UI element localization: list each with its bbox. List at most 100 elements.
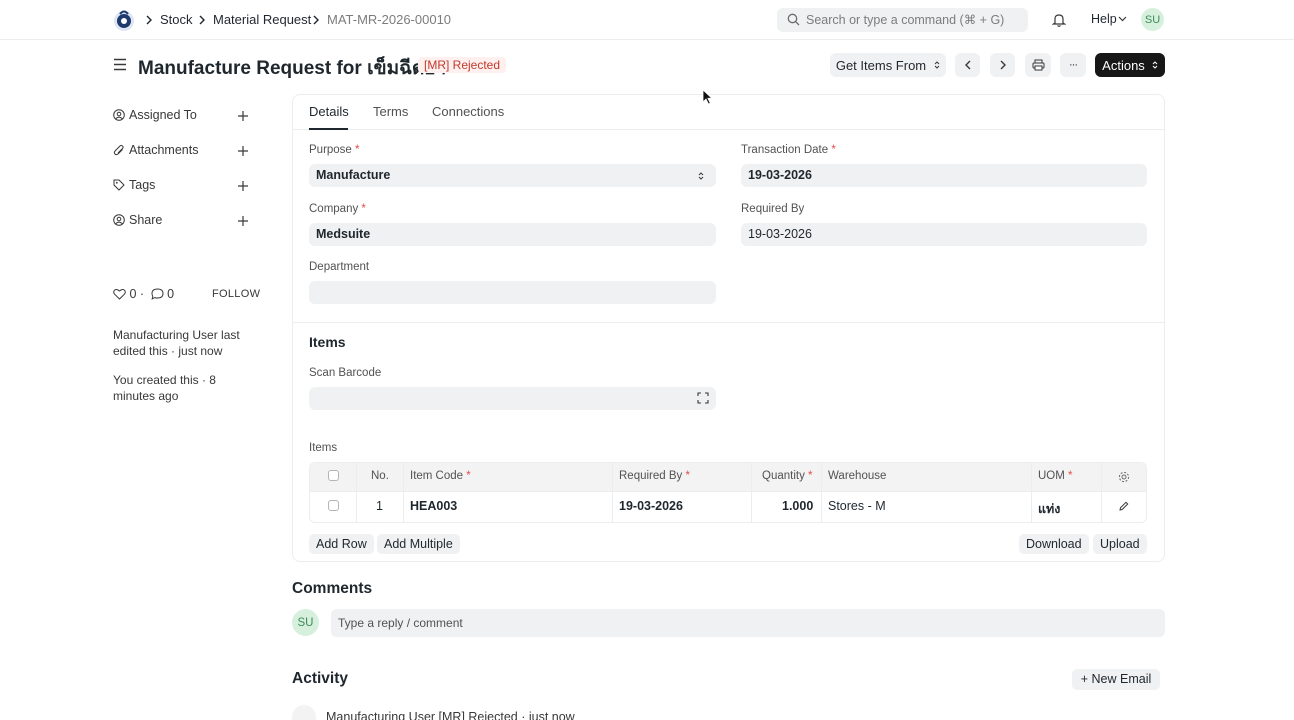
add-attachment-icon[interactable] bbox=[237, 145, 249, 157]
chevron-down-icon bbox=[1118, 16, 1127, 22]
sidebar-attachments-label: Attachments bbox=[129, 143, 199, 157]
transaction-date-field[interactable]: 19-03-2026 bbox=[741, 164, 1147, 187]
required-mark: * bbox=[685, 470, 690, 482]
grid-settings-gear-icon[interactable] bbox=[1118, 471, 1130, 483]
upload-button[interactable]: Upload bbox=[1093, 534, 1147, 554]
mouse-cursor-icon bbox=[702, 89, 713, 105]
notification-bell-icon[interactable] bbox=[1052, 12, 1066, 27]
add-tag-icon[interactable] bbox=[237, 180, 249, 192]
search-bar[interactable] bbox=[777, 8, 1028, 32]
sidebar-attachments[interactable]: Attachments bbox=[113, 142, 253, 160]
header-required-by-text: Required By bbox=[619, 470, 683, 482]
previous-document-button[interactable] bbox=[955, 53, 980, 77]
tab-connections[interactable]: Connections bbox=[432, 104, 504, 119]
tab-terms[interactable]: Terms bbox=[373, 104, 408, 119]
required-mark: * bbox=[355, 144, 360, 156]
breadcrumb-document[interactable]: MAT-MR-2026-00010 bbox=[327, 12, 451, 27]
breadcrumb-chevron-icon bbox=[146, 15, 152, 25]
sidebar-assigned-to[interactable]: Assigned To bbox=[113, 107, 253, 125]
sidebar-toggle-icon[interactable] bbox=[113, 58, 127, 71]
breadcrumb-chevron-icon bbox=[313, 15, 319, 25]
company-label: Company * bbox=[309, 203, 366, 215]
header-item-code: Item Code * bbox=[410, 470, 471, 482]
barcode-scan-icon[interactable] bbox=[697, 392, 709, 404]
row-item-code[interactable]: HEA003 bbox=[410, 499, 457, 513]
add-multiple-button[interactable]: Add Multiple bbox=[377, 534, 460, 554]
navbar: Stock Material Request MAT-MR-2026-00010… bbox=[0, 0, 1294, 40]
company-field[interactable]: Medsuite bbox=[309, 223, 716, 246]
column-divider bbox=[612, 463, 613, 522]
new-email-button[interactable]: + New Email bbox=[1072, 669, 1160, 690]
more-options-button[interactable]: ··· bbox=[1060, 53, 1086, 77]
row-divider bbox=[310, 491, 1146, 492]
select-arrows-icon bbox=[698, 172, 704, 180]
scan-barcode-field[interactable] bbox=[309, 387, 716, 410]
row-required-by[interactable]: 19-03-2026 bbox=[619, 499, 683, 513]
required-by-field[interactable]: 19-03-2026 bbox=[741, 223, 1147, 246]
department-field[interactable] bbox=[309, 281, 716, 304]
header-quantity-text: Quantity bbox=[762, 470, 805, 482]
breadcrumb-stock[interactable]: Stock bbox=[160, 12, 193, 27]
comment-icon[interactable] bbox=[151, 288, 164, 300]
header-required-by: Required By * bbox=[619, 470, 690, 482]
search-input[interactable] bbox=[806, 8, 1021, 32]
select-all-checkbox[interactable] bbox=[328, 470, 339, 481]
row-checkbox[interactable] bbox=[328, 500, 339, 511]
page-title: Manufacture Request for เข็มฉีดยา bbox=[138, 58, 447, 79]
heart-icon[interactable] bbox=[113, 288, 126, 300]
purpose-select[interactable]: Manufacture bbox=[309, 164, 716, 187]
print-button[interactable] bbox=[1025, 53, 1051, 77]
add-row-button[interactable]: Add Row bbox=[309, 534, 374, 554]
comment-input[interactable] bbox=[331, 609, 1165, 637]
transaction-date-value: 19-03-2026 bbox=[748, 168, 812, 182]
add-assignee-icon[interactable] bbox=[237, 110, 249, 122]
activity-entry: Manufacturing User [MR] Rejected · just … bbox=[326, 710, 575, 720]
required-by-value: 19-03-2026 bbox=[748, 227, 812, 241]
column-divider bbox=[1101, 463, 1102, 522]
required-mark: * bbox=[1068, 470, 1073, 482]
get-items-from-button[interactable]: Get Items From bbox=[830, 53, 946, 77]
header-warehouse: Warehouse bbox=[828, 470, 887, 482]
separator-dot: · bbox=[139, 287, 145, 301]
next-document-button[interactable] bbox=[990, 53, 1015, 77]
row-quantity[interactable]: 1.000 bbox=[782, 499, 813, 513]
required-mark: * bbox=[808, 470, 813, 482]
required-mark: * bbox=[361, 203, 366, 215]
more-options-icon: ··· bbox=[1069, 59, 1078, 71]
header-item-code-text: Item Code bbox=[410, 470, 464, 482]
activity-branch-icon bbox=[292, 705, 316, 720]
tab-details[interactable]: Details bbox=[309, 104, 349, 119]
activity-title: Activity bbox=[292, 670, 348, 687]
row-uom[interactable]: แท่ง bbox=[1038, 499, 1060, 519]
company-label-text: Company bbox=[309, 203, 359, 215]
comment-avatar: SU bbox=[292, 609, 319, 636]
sidebar-share-label: Share bbox=[129, 213, 163, 227]
header-uom: UOM * bbox=[1038, 470, 1073, 482]
add-share-icon[interactable] bbox=[237, 215, 249, 227]
actions-button[interactable]: Actions bbox=[1095, 53, 1165, 77]
edit-row-pencil-icon[interactable] bbox=[1119, 501, 1129, 511]
transaction-date-label: Transaction Date * bbox=[741, 144, 836, 156]
follow-button[interactable]: FOLLOW bbox=[212, 288, 260, 300]
last-edited-note: Manufacturing User last edited this · ju… bbox=[113, 328, 240, 358]
tag-icon bbox=[113, 179, 125, 191]
user-avatar[interactable]: SU bbox=[1141, 8, 1164, 31]
paperclip-icon bbox=[113, 144, 124, 156]
app-logo-icon[interactable] bbox=[113, 8, 135, 32]
help-menu[interactable]: Help bbox=[1091, 12, 1117, 26]
download-button[interactable]: Download bbox=[1019, 534, 1089, 554]
section-divider bbox=[293, 322, 1164, 323]
purpose-label: Purpose * bbox=[309, 144, 360, 156]
purpose-value: Manufacture bbox=[316, 168, 391, 182]
column-divider bbox=[821, 463, 822, 522]
header-uom-text: UOM bbox=[1038, 470, 1065, 482]
sidebar-tags[interactable]: Tags bbox=[113, 177, 253, 195]
items-section-title: Items bbox=[309, 334, 346, 350]
header-quantity: Quantity * bbox=[762, 470, 813, 482]
row-warehouse[interactable]: Stores - M bbox=[828, 499, 886, 513]
breadcrumb-material-request[interactable]: Material Request bbox=[213, 12, 311, 27]
column-divider bbox=[751, 463, 752, 522]
sidebar-share[interactable]: Share bbox=[113, 212, 253, 230]
comments-title: Comments bbox=[292, 580, 373, 597]
printer-icon bbox=[1032, 59, 1044, 71]
